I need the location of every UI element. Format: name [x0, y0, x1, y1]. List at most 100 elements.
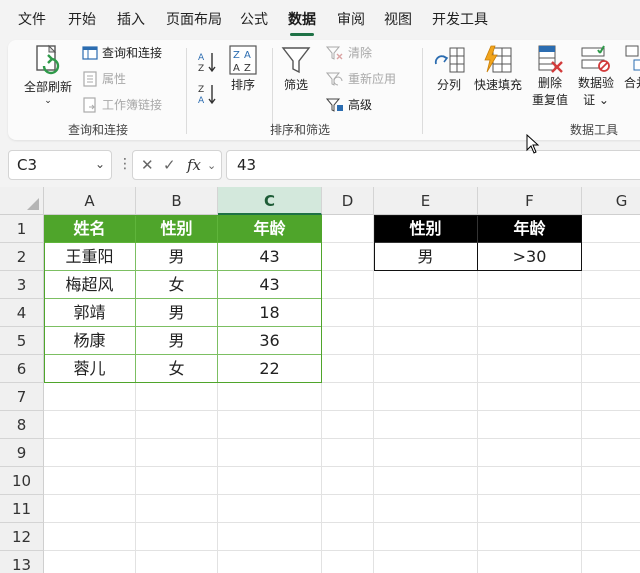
cell-e13[interactable] — [374, 551, 478, 573]
cell-d1[interactable] — [322, 215, 374, 243]
formula-input[interactable]: 43 — [226, 150, 640, 180]
table-cell[interactable]: 43 — [218, 271, 322, 299]
table-cell[interactable]: 18 — [218, 299, 322, 327]
sort-ascending-button[interactable]: A Z — [196, 50, 218, 74]
cell-d9[interactable] — [322, 439, 374, 467]
table-cell[interactable]: 梅超风 — [44, 271, 136, 299]
refresh-all-button[interactable]: 全部刷新 ⌄ — [24, 44, 72, 106]
cell-g9[interactable] — [582, 439, 640, 467]
cell-g2[interactable] — [582, 243, 640, 271]
name-box[interactable]: C3 ⌄ — [8, 150, 112, 180]
queries-connections-button[interactable]: 查询和连接 — [82, 44, 162, 61]
tab-review[interactable]: 审阅 — [337, 9, 365, 29]
cell-c13[interactable] — [218, 551, 322, 573]
cell-g13[interactable] — [582, 551, 640, 573]
table-cell[interactable]: 女 — [136, 355, 218, 383]
cell-a8[interactable] — [44, 411, 136, 439]
row-header-3[interactable]: 3 — [0, 271, 44, 299]
cell-a7[interactable] — [44, 383, 136, 411]
cell-c7[interactable] — [218, 383, 322, 411]
criteria-value-cell[interactable]: 男 — [374, 243, 478, 271]
row-header-6[interactable]: 6 — [0, 355, 44, 383]
table-cell[interactable]: 36 — [218, 327, 322, 355]
cell-e10[interactable] — [374, 467, 478, 495]
cell-c12[interactable] — [218, 523, 322, 551]
row-header-4[interactable]: 4 — [0, 299, 44, 327]
tab-developer[interactable]: 开发工具 — [432, 9, 488, 29]
cell-a13[interactable] — [44, 551, 136, 573]
table-cell[interactable]: 女 — [136, 271, 218, 299]
table-cell[interactable]: 蓉儿 — [44, 355, 136, 383]
tab-home[interactable]: 开始 — [68, 9, 96, 29]
cell-f9[interactable] — [478, 439, 582, 467]
sort-descending-button[interactable]: Z A — [196, 82, 218, 106]
cell-c10[interactable] — [218, 467, 322, 495]
column-header-f[interactable]: F — [478, 187, 582, 215]
cell-g1[interactable] — [582, 215, 640, 243]
tab-formulas[interactable]: 公式 — [240, 9, 268, 29]
cell-e8[interactable] — [374, 411, 478, 439]
table-cell[interactable]: 杨康 — [44, 327, 136, 355]
cell-e5[interactable] — [374, 327, 478, 355]
cell-a10[interactable] — [44, 467, 136, 495]
cancel-icon[interactable]: ✕ — [141, 156, 154, 174]
row-header-2[interactable]: 2 — [0, 243, 44, 271]
criteria-header-cell[interactable]: 性别 — [374, 215, 478, 243]
cell-f11[interactable] — [478, 495, 582, 523]
cell-f8[interactable] — [478, 411, 582, 439]
criteria-header-cell[interactable]: 年龄 — [478, 215, 582, 243]
flash-fill-button[interactable]: 快速填充 — [474, 44, 522, 93]
consolidate-button[interactable]: 合并 — [624, 44, 640, 91]
text-to-columns-button[interactable]: 分列 — [432, 44, 466, 93]
cell-c9[interactable] — [218, 439, 322, 467]
cell-a11[interactable] — [44, 495, 136, 523]
cell-b11[interactable] — [136, 495, 218, 523]
properties-button[interactable]: 属性 — [82, 70, 126, 87]
cell-a12[interactable] — [44, 523, 136, 551]
workbook-links-button[interactable]: 工作簿链接 — [82, 96, 162, 113]
cell-b9[interactable] — [136, 439, 218, 467]
cell-b10[interactable] — [136, 467, 218, 495]
cell-f3[interactable] — [478, 271, 582, 299]
column-header-d[interactable]: D — [322, 187, 374, 215]
filter-button[interactable]: 筛选 — [280, 44, 312, 93]
row-header-5[interactable]: 5 — [0, 327, 44, 355]
table-cell[interactable]: 43 — [218, 243, 322, 271]
sort-button[interactable]: Z A A Z 排序 — [228, 44, 258, 93]
cell-b8[interactable] — [136, 411, 218, 439]
advanced-filter-button[interactable]: 高级 — [326, 96, 372, 113]
select-all-button[interactable] — [0, 187, 44, 215]
table-cell[interactable]: 男 — [136, 299, 218, 327]
cell-c11[interactable] — [218, 495, 322, 523]
cell-g6[interactable] — [582, 355, 640, 383]
cell-d11[interactable] — [322, 495, 374, 523]
tab-data[interactable]: 数据 — [288, 9, 316, 36]
tab-insert[interactable]: 插入 — [117, 9, 145, 29]
cell-f13[interactable] — [478, 551, 582, 573]
chevron-down-icon[interactable]: ⌄ — [207, 159, 216, 172]
cell-f12[interactable] — [478, 523, 582, 551]
tab-file[interactable]: 文件 — [18, 9, 46, 29]
tab-view[interactable]: 视图 — [384, 9, 412, 29]
cell-g3[interactable] — [582, 271, 640, 299]
spreadsheet-grid[interactable]: A B C D E F G 1 2 3 4 5 6 7 8 9 10 11 12 13 姓名 性别 年龄 王重阳男 43 梅超风女… — [0, 187, 640, 573]
table-header-cell[interactable]: 姓名 — [44, 215, 136, 243]
row-header-12[interactable]: 12 — [0, 523, 44, 551]
cell-d6[interactable] — [322, 355, 374, 383]
row-header-1[interactable]: 1 — [0, 215, 44, 243]
row-header-7[interactable]: 7 — [0, 383, 44, 411]
enter-icon[interactable]: ✓ — [163, 156, 176, 174]
cell-g4[interactable] — [582, 299, 640, 327]
cell-g10[interactable] — [582, 467, 640, 495]
row-header-11[interactable]: 11 — [0, 495, 44, 523]
cell-f4[interactable] — [478, 299, 582, 327]
cell-a9[interactable] — [44, 439, 136, 467]
column-header-c[interactable]: C — [218, 187, 322, 215]
cell-b7[interactable] — [136, 383, 218, 411]
reapply-button[interactable]: 重新应用 — [326, 70, 396, 87]
cell-d4[interactable] — [322, 299, 374, 327]
table-header-cell[interactable]: 年龄 — [218, 215, 322, 243]
cell-e3[interactable] — [374, 271, 478, 299]
cell-e7[interactable] — [374, 383, 478, 411]
cell-d13[interactable] — [322, 551, 374, 573]
